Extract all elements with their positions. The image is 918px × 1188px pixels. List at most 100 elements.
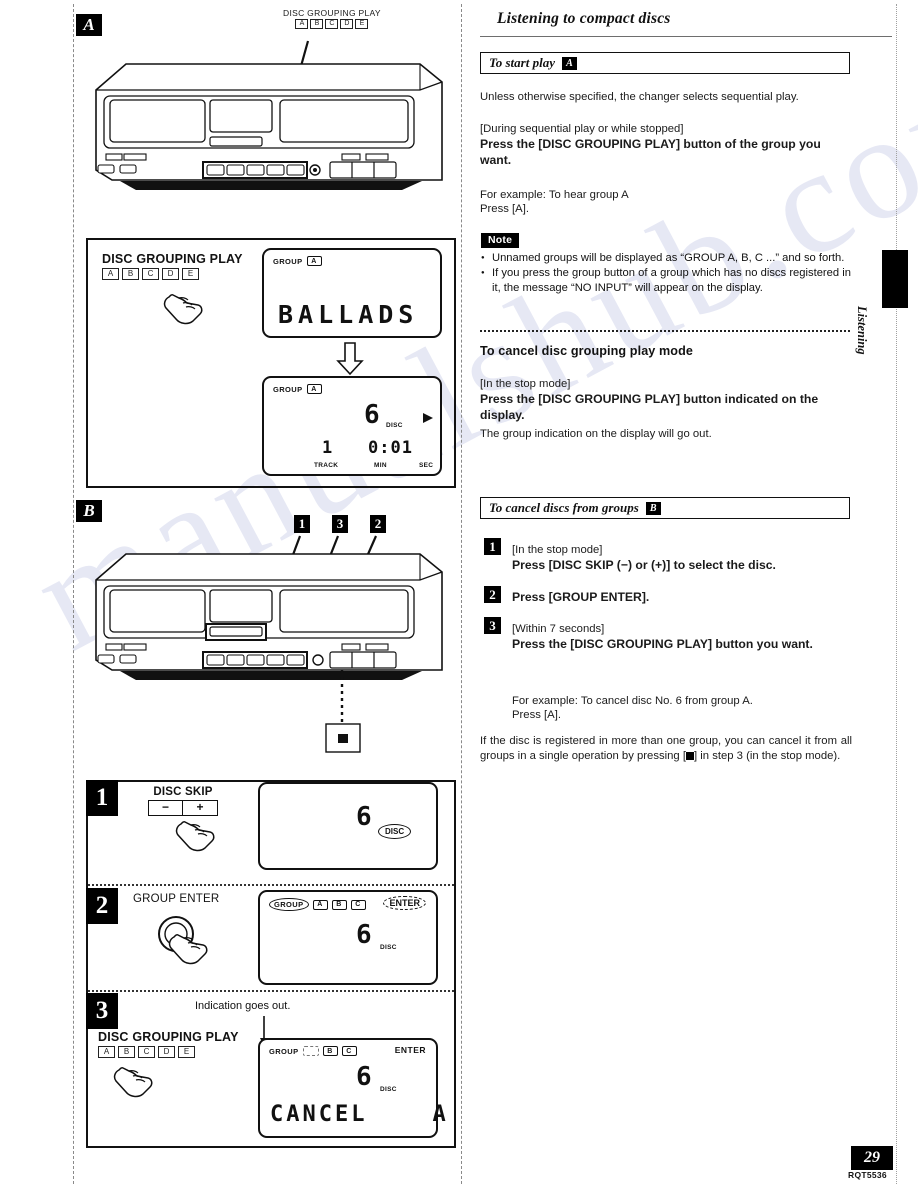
key-e: E xyxy=(178,1046,195,1058)
a-panel-button-group: DISC GROUPING PLAY A B C D E xyxy=(102,252,243,280)
disc-skip-label: DISC SKIP xyxy=(153,786,213,798)
lcd-disc-unit: DISC xyxy=(380,1086,397,1093)
lcd-group-indicator: GROUP A xyxy=(273,256,322,266)
stop-square-icon xyxy=(685,751,694,760)
cancel-mode-heading: To cancel disc grouping play mode xyxy=(480,344,693,358)
lcd-disc-unit: DISC xyxy=(380,944,397,951)
group-enter-label: GROUP ENTER xyxy=(133,893,220,905)
headbar-to-start-play: To start play A xyxy=(480,52,850,74)
lcd-group-value: A xyxy=(306,384,322,394)
lcd-display-step3: GROUP B C ENTER 6 DISC CANCEL A xyxy=(258,1038,446,1138)
page-title: Listening to compact discs xyxy=(497,10,671,27)
note-tag: Note xyxy=(481,233,520,248)
lcd-group-chip-a: A xyxy=(312,899,328,910)
key-c: C xyxy=(325,19,339,29)
key-c: C xyxy=(142,268,159,280)
disc-grouping-play-keys: A B C D E xyxy=(98,1046,239,1058)
lcd-group-chip-a-off xyxy=(302,1046,319,1056)
note-bullets: Unnamed groups will be displayed as “GRO… xyxy=(481,251,851,296)
key-a: A xyxy=(102,268,119,280)
headbar-badge-b: B xyxy=(645,501,661,515)
lcd-sec-label: SEC xyxy=(419,462,434,469)
pointing-hand-rotary-icon xyxy=(158,916,208,965)
pointing-hand-icon xyxy=(175,821,215,852)
lcd-group-label: GROUP xyxy=(273,256,303,266)
step-badge-3: 3 xyxy=(86,993,118,1029)
a-panel-button-label: DISC GROUPING PLAY xyxy=(102,252,243,266)
key-b: B xyxy=(118,1046,135,1058)
lcd-group-chip-b: B xyxy=(322,1046,338,1056)
title-rule xyxy=(480,36,892,37)
right-step-1-instruction: Press [DISC SKIP (−) or (+)] to select t… xyxy=(512,558,776,572)
right-step-badge-3: 3 xyxy=(484,617,501,634)
lcd-group-label: GROUP xyxy=(269,1046,299,1056)
lcd-disc-number: 6 xyxy=(364,400,380,430)
column-divider-guide xyxy=(461,4,462,1184)
right-step-3-example-line2: Press [A]. xyxy=(512,709,561,721)
right-margin-guide xyxy=(896,4,897,1184)
side-tab-label: Listening xyxy=(855,306,869,355)
key-a: A xyxy=(295,19,309,29)
lcd-track-label: TRACK xyxy=(314,462,339,469)
lcd-display-playing: GROUP A 6 DISC 1 TRACK 0:01 MIN SEC xyxy=(262,376,442,476)
lcd-display-step1: 6 DISC xyxy=(258,782,438,870)
key-e: E xyxy=(182,268,199,280)
cd-changer-illustration-a xyxy=(95,40,443,190)
example-1-line1: For example: To hear group A xyxy=(480,189,629,201)
right-step-3-condition: [Within 7 seconds] xyxy=(512,623,605,635)
result-2: The group indication on the display will… xyxy=(480,428,712,440)
play-triangle-icon xyxy=(423,413,433,423)
page-number: 29 xyxy=(851,1146,893,1170)
step-divider-1 xyxy=(88,884,454,886)
footnote-paragraph: If the disc is registered in more than o… xyxy=(480,734,852,763)
key-e: E xyxy=(355,19,369,29)
lcd-group-chip-c: C xyxy=(350,899,366,910)
key-d: D xyxy=(158,1046,175,1058)
lcd-group-label: GROUP xyxy=(269,898,309,911)
instruction-1: Press the [DISC GROUPING PLAY] button of… xyxy=(480,137,821,167)
indication-goes-out-label: Indication goes out. xyxy=(195,1000,291,1012)
lcd-display-ballads: GROUP A BALLADS xyxy=(262,248,442,338)
headbar-to-cancel-discs: To cancel discs from groups B xyxy=(480,497,850,519)
lcd-disc-number: 6 xyxy=(356,1062,372,1092)
right-step-3-instruction: Press the [DISC GROUPING PLAY] button yo… xyxy=(512,637,813,651)
key-b: B xyxy=(310,19,324,29)
key-b: B xyxy=(122,268,139,280)
lcd-group-indicator: GROUP A B C xyxy=(269,898,366,911)
key-a: A xyxy=(98,1046,115,1058)
right-step-badge-1: 1 xyxy=(484,538,501,555)
lcd-group-chip-c: C xyxy=(341,1046,357,1056)
right-step-1-condition: [In the stop mode] xyxy=(512,544,603,556)
lcd-enter-indicator: ENTER xyxy=(394,1045,426,1055)
lcd-disc-unit: DISC xyxy=(378,824,412,839)
a-callout-label: DISC GROUPING PLAY xyxy=(283,8,381,18)
lcd-group-indicator: GROUP B C xyxy=(269,1046,357,1056)
cd-changer-illustration-b xyxy=(95,535,443,753)
a-panel-keys: A B C D E xyxy=(102,268,243,280)
right-step-3-example-line1: For example: To cancel disc No. 6 from g… xyxy=(512,695,753,707)
group-enter-control: GROUP ENTER xyxy=(133,893,219,905)
lcd-enter-indicator-blinking: ENTER xyxy=(383,896,426,910)
lcd-group-indicator: GROUP A xyxy=(273,384,322,394)
lcd-min-label: MIN xyxy=(374,462,387,469)
flow-arrow-down-icon xyxy=(336,342,364,376)
section-dot-rule xyxy=(480,330,850,332)
section-b-badge: B xyxy=(76,500,102,522)
a-callout-keys: A B C D E xyxy=(283,19,381,29)
example-1-line2: Press [A]. xyxy=(480,203,529,215)
note-bullet-1: Unnamed groups will be displayed as “GRO… xyxy=(481,251,851,265)
instruction-2: Press the [DISC GROUPING PLAY] button in… xyxy=(480,392,819,422)
left-margin-guide xyxy=(73,4,74,1184)
headbar-label: To cancel discs from groups xyxy=(489,500,639,515)
key-d: D xyxy=(162,268,179,280)
disc-grouping-play-label: DISC GROUPING PLAY xyxy=(98,1030,239,1044)
condition-1: [During sequential play or while stopped… xyxy=(480,123,684,135)
section-a-badge: A xyxy=(76,14,102,36)
lcd-text-ballads: BALLADS xyxy=(278,300,419,329)
a-callout-group: DISC GROUPING PLAY A B C D E xyxy=(283,8,381,29)
headbar-label: To start play xyxy=(489,55,555,70)
lcd-track-number: 1 xyxy=(322,438,333,458)
note-bullet-2: If you press the group button of a group… xyxy=(481,266,851,295)
lcd-group-chip-b: B xyxy=(331,899,347,910)
lcd-disc-number: 6 xyxy=(356,920,372,950)
